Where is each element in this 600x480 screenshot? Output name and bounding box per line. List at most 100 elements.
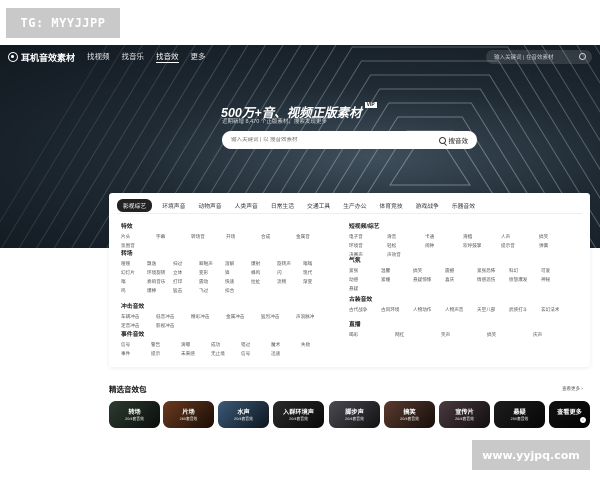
category-link[interactable]: 悬疑: [349, 286, 381, 292]
category-link[interactable]: 魔术: [271, 342, 301, 348]
logo[interactable]: 耳机音效素材: [8, 51, 75, 64]
category-link[interactable]: 可爱: [541, 268, 573, 274]
category-link[interactable]: 溶解: [225, 261, 251, 267]
category-link[interactable]: 渐变: [303, 279, 329, 285]
category-link[interactable]: 快速: [225, 279, 251, 285]
category-link[interactable]: 震动: [199, 279, 225, 285]
category-link[interactable]: 玄幻法术: [541, 307, 573, 313]
category-link[interactable]: 猛击: [173, 288, 199, 294]
category-link[interactable]: 滑音: [387, 234, 425, 240]
nav-item[interactable]: 找视频: [87, 51, 110, 63]
tab[interactable]: 动物声音: [198, 199, 221, 212]
category-link[interactable]: 紧张: [349, 268, 381, 274]
category-link[interactable]: 轻松: [387, 243, 425, 249]
sound-pack-card[interactable]: 片场 260套音效: [163, 401, 214, 428]
hero-search-input[interactable]: [231, 137, 421, 143]
tab[interactable]: 环境声音: [162, 199, 185, 212]
category-link[interactable]: 环境旋转: [147, 270, 173, 276]
category-link[interactable]: 低音冲击: [156, 314, 191, 320]
category-link[interactable]: 震撼: [445, 268, 477, 274]
category-link[interactable]: 武侠打斗: [509, 307, 541, 313]
category-link[interactable]: 成功: [211, 342, 241, 348]
category-link[interactable]: 笑声: [441, 332, 487, 338]
category-link[interactable]: 爆棒: [147, 288, 173, 294]
category-link[interactable]: 电子音: [349, 234, 387, 240]
sound-pack-card[interactable]: 宣传片 26/4套音效: [439, 401, 490, 428]
category-link[interactable]: 人物动作: [413, 307, 445, 313]
category-link[interactable]: 紧张恐怖: [477, 268, 509, 274]
category-link[interactable]: 警告: [151, 342, 181, 348]
category-link[interactable]: 网红: [395, 332, 441, 338]
category-link[interactable]: 喜庆: [445, 277, 477, 283]
category-link[interactable]: 错过: [241, 342, 271, 348]
category-link[interactable]: 事件: [121, 351, 151, 357]
category-link[interactable]: 爆射: [251, 261, 277, 267]
sound-pack-card[interactable]: 水声 20/4套音效: [218, 401, 269, 428]
category-link[interactable]: 无止境: [211, 351, 241, 357]
sound-pack-card[interactable]: 悬疑 250套音效: [494, 401, 545, 428]
category-link[interactable]: 嗖嗖: [121, 261, 147, 267]
tab[interactable]: 乐器音效: [452, 199, 475, 212]
category-link[interactable]: 流畅: [277, 279, 303, 285]
nav-item[interactable]: 更多: [191, 51, 206, 63]
category-link[interactable]: 神秘: [541, 277, 573, 283]
category-link[interactable]: 天空八部: [477, 307, 509, 313]
sound-pack-card[interactable]: 脚步声 20/4套音效: [329, 401, 380, 428]
packs-more-link[interactable]: 查看更多 ›: [562, 386, 583, 392]
category-link[interactable]: 变形: [199, 270, 225, 276]
tab[interactable]: 游戏战争: [416, 199, 439, 212]
category-link[interactable]: 车辆冲击: [121, 314, 156, 320]
tab[interactable]: 影视综艺: [117, 198, 153, 212]
category-link[interactable]: 锋: [225, 270, 251, 276]
category-link[interactable]: 金属冲击: [226, 314, 261, 320]
category-link[interactable]: 信号: [121, 342, 151, 348]
category-link[interactable]: 搞笑: [487, 332, 533, 338]
category-link[interactable]: 闹钟: [425, 243, 463, 249]
category-link[interactable]: 人物声音: [445, 307, 477, 313]
category-link[interactable]: 飞过: [199, 288, 225, 294]
category-link[interactable]: 旋转声: [277, 261, 303, 267]
category-link[interactable]: 欢呼鼓掌: [463, 243, 501, 249]
category-link[interactable]: 扫过: [173, 261, 199, 267]
sound-pack-card[interactable]: 搞笑 20/4套音效: [384, 401, 435, 428]
category-link[interactable]: 片头: [121, 234, 156, 240]
category-link[interactable]: 奏响音乐: [147, 279, 173, 285]
category-link[interactable]: 古代战争: [349, 307, 381, 313]
tab[interactable]: 体育竞技: [379, 199, 402, 212]
category-link[interactable]: 蜂鸣: [251, 270, 277, 276]
category-link[interactable]: 庆声: [533, 332, 579, 338]
tab[interactable]: 人类声音: [235, 199, 258, 212]
category-link[interactable]: 卡通: [425, 234, 463, 240]
category-link[interactable]: 悬疑惊悚: [413, 277, 445, 283]
nav-item[interactable]: 找音乐: [122, 51, 145, 63]
category-link[interactable]: 愤怒爆发: [509, 277, 541, 283]
category-link[interactable]: 现代: [303, 270, 329, 276]
category-link[interactable]: 搞笑: [413, 268, 445, 274]
category-link[interactable]: 嗡: [121, 279, 147, 285]
category-link[interactable]: 滴嘟: [181, 342, 211, 348]
category-link[interactable]: 环境音: [349, 243, 387, 249]
category-link[interactable]: 拉扯: [251, 279, 277, 285]
category-link[interactable]: 提示: [151, 351, 181, 357]
category-link[interactable]: 失败: [301, 342, 331, 348]
category-link[interactable]: 情感悲伤: [477, 277, 509, 283]
category-link[interactable]: 弹簧: [539, 243, 577, 249]
top-search-input[interactable]: 输入关键词 | 在音效素材: [486, 50, 592, 64]
sound-pack-card[interactable]: 查看更多 ›: [549, 401, 590, 428]
category-link[interactable]: 紧绷: [381, 277, 413, 283]
category-link[interactable]: 信号: [241, 351, 271, 357]
category-link[interactable]: 搞笑: [539, 234, 577, 240]
category-link[interactable]: 科幻: [509, 268, 541, 274]
category-link[interactable]: 噼啪声: [199, 261, 225, 267]
hero-search-button[interactable]: 搜音效: [438, 135, 468, 145]
tab[interactable]: 交通工具: [307, 199, 330, 212]
category-link[interactable]: 提示音: [501, 243, 539, 249]
category-link[interactable]: 转场音: [191, 234, 226, 240]
sound-pack-card[interactable]: 入群环境声 20/4套音效: [273, 401, 324, 428]
category-link[interactable]: 动感: [349, 277, 381, 283]
search-icon[interactable]: [579, 53, 586, 60]
category-link[interactable]: 开场: [226, 234, 261, 240]
category-link[interactable]: 喝彩: [349, 332, 395, 338]
category-link[interactable]: 打印: [173, 279, 199, 285]
category-link[interactable]: 人声: [501, 234, 539, 240]
